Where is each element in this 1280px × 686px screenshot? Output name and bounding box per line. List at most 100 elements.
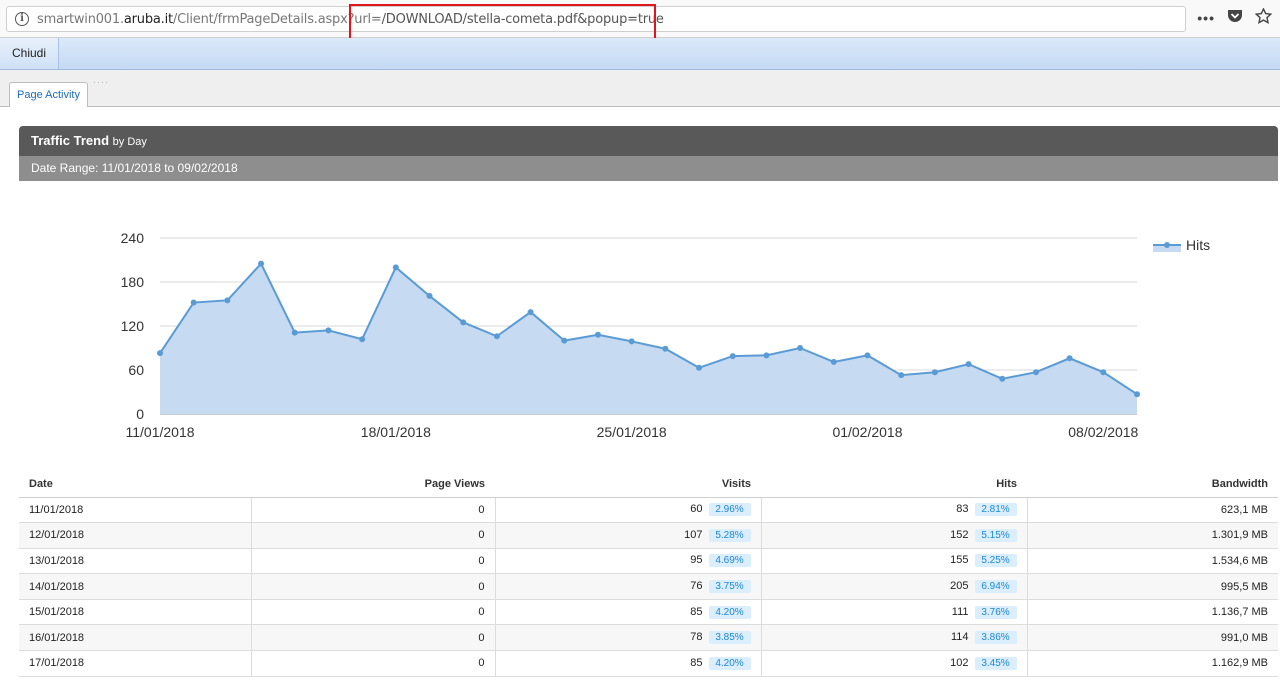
panel-title: Traffic Trend bbox=[31, 133, 110, 148]
col-header-page-views[interactable]: Page Views bbox=[251, 471, 495, 498]
hits-percent-badge: 3.76% bbox=[974, 605, 1017, 619]
cell-visits: 76 3.75% bbox=[495, 573, 762, 600]
cell-visits: 78 3.85% bbox=[495, 624, 762, 652]
hits-point bbox=[662, 345, 669, 352]
cell-visits: 85 4.20% bbox=[495, 650, 762, 677]
cell-date: 11/01/2018 bbox=[19, 497, 252, 524]
hits-point bbox=[763, 352, 770, 359]
panel-title-suffix: by Day bbox=[112, 136, 147, 148]
table-row: 14/01/2018 0 76 3.75% 205 6.94% 995,5 MB bbox=[19, 573, 1278, 600]
address-bar: i smartwin001.aruba.it/Client/frmPageDet… bbox=[0, 0, 1280, 38]
y-tick-label: 120 bbox=[121, 318, 145, 334]
tab-page-activity[interactable]: Page Activity bbox=[9, 82, 88, 107]
hits-point bbox=[258, 260, 265, 267]
close-button[interactable]: Chiudi bbox=[0, 38, 60, 69]
table-row: 11/01/2018 0 60 2.96% 83 2.81% 623,1 MB bbox=[19, 497, 1278, 524]
legend-label-hits: Hits bbox=[1186, 237, 1210, 253]
cell-date: 12/01/2018 bbox=[19, 522, 252, 549]
cell-page-views: 0 bbox=[251, 497, 496, 524]
hits-point bbox=[864, 352, 871, 359]
visits-percent-badge: 4.20% bbox=[708, 605, 751, 619]
url-text[interactable]: smartwin001.aruba.it/Client/frmPageDetai… bbox=[37, 12, 664, 27]
visits-value: 60 bbox=[690, 503, 703, 516]
bookmark-star-icon[interactable] bbox=[1254, 7, 1273, 28]
info-icon[interactable]: i bbox=[15, 12, 29, 26]
page-actions-menu-icon[interactable]: ••• bbox=[1197, 10, 1215, 26]
url-field[interactable]: i smartwin001.aruba.it/Client/frmPageDet… bbox=[6, 6, 1186, 32]
hits-value: 114 bbox=[950, 631, 969, 644]
hits-point bbox=[325, 327, 332, 334]
visits-value: 76 bbox=[690, 580, 703, 593]
hits-point bbox=[965, 361, 972, 368]
visits-value: 85 bbox=[690, 605, 703, 618]
hits-point bbox=[359, 336, 366, 343]
visits-value: 107 bbox=[684, 528, 703, 541]
y-tick-label: 180 bbox=[121, 274, 145, 290]
table-row: 13/01/2018 0 95 4.69% 155 5.25% 1.534,6 MB bbox=[19, 548, 1278, 575]
hits-point bbox=[1134, 391, 1140, 398]
hits-point bbox=[460, 319, 467, 326]
hits-point bbox=[157, 350, 163, 357]
hits-point bbox=[291, 329, 298, 336]
table-header-row: Date Page Views Visits Hits Bandwidth bbox=[19, 471, 1278, 498]
x-tick-label: 01/02/2018 bbox=[832, 424, 902, 440]
table-row: 12/01/2018 0 107 5.28% 152 5.15% 1.301,9 MB bbox=[19, 522, 1278, 549]
hits-point bbox=[561, 337, 568, 344]
cell-bandwidth: 1.162,9 MB bbox=[1027, 650, 1278, 677]
hits-value: 111 bbox=[951, 605, 969, 618]
cell-page-views: 0 bbox=[251, 599, 496, 626]
y-tick-label: 60 bbox=[128, 362, 144, 378]
hits-point bbox=[594, 331, 601, 338]
col-header-bandwidth[interactable]: Bandwidth bbox=[1027, 471, 1278, 498]
visits-percent-badge: 3.85% bbox=[708, 631, 751, 645]
cell-hits: 152 5.15% bbox=[761, 522, 1028, 549]
hits-percent-badge: 6.94% bbox=[974, 580, 1017, 594]
hits-point bbox=[696, 364, 703, 371]
traffic-panel: Traffic Trend by Day Date Range: 11/01/2… bbox=[19, 126, 1278, 686]
visits-value: 78 bbox=[690, 631, 703, 644]
hits-point bbox=[931, 369, 938, 376]
hits-value: 205 bbox=[950, 580, 969, 593]
traffic-table: Date Page Views Visits Hits Bandwidth 11… bbox=[19, 471, 1278, 677]
hits-percent-badge: 5.25% bbox=[974, 554, 1017, 568]
col-header-date[interactable]: Date bbox=[19, 471, 251, 498]
cell-hits: 114 3.86% bbox=[761, 624, 1028, 652]
cell-hits: 205 6.94% bbox=[761, 573, 1028, 600]
visits-value: 95 bbox=[690, 554, 703, 567]
cell-date: 15/01/2018 bbox=[19, 599, 252, 626]
cell-visits: 85 4.20% bbox=[495, 599, 762, 626]
panel-header: Traffic Trend by Day bbox=[19, 126, 1278, 156]
hits-point bbox=[224, 297, 231, 304]
pocket-icon[interactable] bbox=[1227, 9, 1243, 28]
visits-percent-badge: 2.96% bbox=[708, 503, 751, 517]
cell-visits: 107 5.28% bbox=[495, 522, 762, 549]
hits-point bbox=[628, 338, 635, 345]
hits-point bbox=[729, 353, 736, 360]
x-tick-label: 18/01/2018 bbox=[361, 424, 431, 440]
col-header-hits[interactable]: Hits bbox=[761, 471, 1027, 498]
tab-grip-handle[interactable]: ···· bbox=[93, 77, 109, 87]
hits-percent-badge: 2.81% bbox=[974, 503, 1017, 517]
tab-strip: Page Activity ···· bbox=[0, 70, 1280, 107]
visits-percent-badge: 4.69% bbox=[708, 554, 751, 568]
cell-visits: 95 4.69% bbox=[495, 548, 762, 575]
hits-value: 152 bbox=[950, 528, 969, 541]
hits-point bbox=[1066, 355, 1073, 362]
cell-page-views: 0 bbox=[251, 548, 496, 575]
cell-page-views: 0 bbox=[251, 522, 496, 549]
table-row: 16/01/2018 0 78 3.85% 114 3.86% 991,0 MB bbox=[19, 624, 1278, 652]
traffic-chart: 0 60 120 180 240 11/01/2018 18/01/2018 25/01/20… bbox=[19, 181, 1278, 471]
cell-hits: 111 3.76% bbox=[761, 599, 1028, 626]
hits-point bbox=[392, 264, 399, 271]
cell-hits: 83 2.81% bbox=[761, 497, 1028, 524]
cell-hits: 102 3.45% bbox=[761, 650, 1028, 677]
cell-page-views: 0 bbox=[251, 624, 496, 652]
cell-date: 17/01/2018 bbox=[19, 650, 252, 677]
hits-percent-badge: 5.15% bbox=[974, 528, 1017, 542]
hits-point bbox=[797, 345, 804, 351]
visits-value: 85 bbox=[690, 656, 703, 669]
date-range: Date Range: 11/01/2018 to 09/02/2018 bbox=[19, 156, 1278, 181]
window-toolbar: Chiudi bbox=[0, 38, 1280, 70]
hits-point bbox=[426, 292, 433, 299]
col-header-visits[interactable]: Visits bbox=[495, 471, 761, 498]
